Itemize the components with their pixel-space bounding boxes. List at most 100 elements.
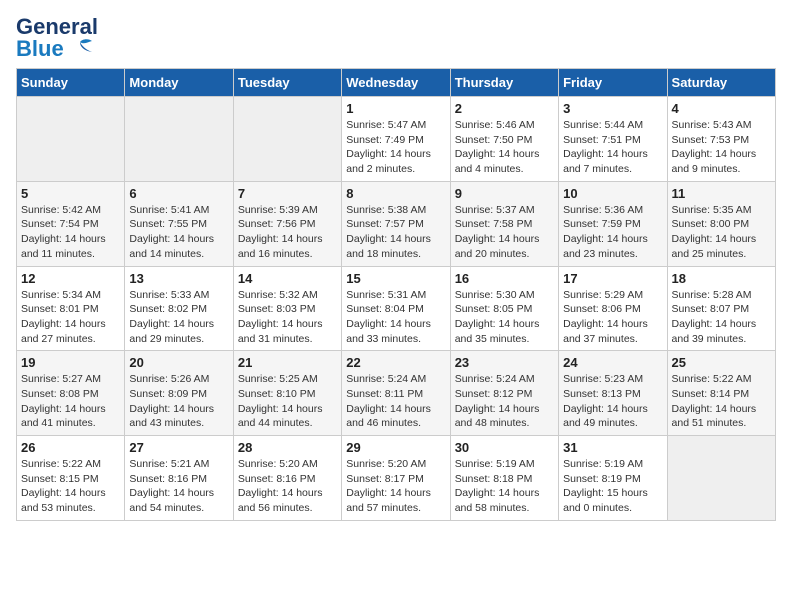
day-number: 21	[238, 355, 337, 370]
day-number: 5	[21, 186, 120, 201]
day-info: Sunrise: 5:35 AM Sunset: 8:00 PM Dayligh…	[672, 203, 771, 262]
day-info: Sunrise: 5:34 AM Sunset: 8:01 PM Dayligh…	[21, 288, 120, 347]
calendar-day-1: 1 Sunrise: 5:47 AM Sunset: 7:49 PM Daylig…	[342, 97, 450, 182]
weekday-header-sunday: Sunday	[17, 69, 125, 97]
day-info: Sunrise: 5:44 AM Sunset: 7:51 PM Dayligh…	[563, 118, 662, 177]
calendar-day-12: 12 Sunrise: 5:34 AM Sunset: 8:01 PM Dayli…	[17, 266, 125, 351]
calendar-day-27: 27 Sunrise: 5:21 AM Sunset: 8:16 PM Dayli…	[125, 436, 233, 521]
calendar-day-19: 19 Sunrise: 5:27 AM Sunset: 8:08 PM Dayli…	[17, 351, 125, 436]
calendar-table: SundayMondayTuesdayWednesdayThursdayFrid…	[16, 68, 776, 521]
calendar-day-21: 21 Sunrise: 5:25 AM Sunset: 8:10 PM Dayli…	[233, 351, 341, 436]
calendar-day-15: 15Sunrise: 5:31 AM Sunset: 8:04 PM Dayli…	[342, 266, 450, 351]
logo-blue: Blue	[16, 38, 64, 60]
calendar-day-20: 20 Sunrise: 5:26 AM Sunset: 8:09 PM Dayli…	[125, 351, 233, 436]
day-number: 16	[455, 271, 554, 286]
logo-general: General	[16, 16, 98, 38]
calendar-day-4: 4 Sunrise: 5:43 AM Sunset: 7:53 PM Daylig…	[667, 97, 775, 182]
day-info: Sunrise: 5:24 AM Sunset: 8:11 PM Dayligh…	[346, 372, 445, 431]
day-number: 18	[672, 271, 771, 286]
calendar-day-empty	[17, 97, 125, 182]
day-info: Sunrise: 5:19 AM Sunset: 8:19 PM Dayligh…	[563, 457, 662, 516]
day-number: 12	[21, 271, 120, 286]
day-info: Sunrise: 5:43 AM Sunset: 7:53 PM Dayligh…	[672, 118, 771, 177]
day-info: Sunrise: 5:37 AM Sunset: 7:58 PM Dayligh…	[455, 203, 554, 262]
day-info: Sunrise: 5:29 AM Sunset: 8:06 PM Dayligh…	[563, 288, 662, 347]
calendar-day-30: 30 Sunrise: 5:19 AM Sunset: 8:18 PM Dayli…	[450, 436, 558, 521]
day-number: 22	[346, 355, 445, 370]
logo-image: General Blue	[16, 16, 98, 60]
day-info: Sunrise: 5:28 AM Sunset: 8:07 PM Dayligh…	[672, 288, 771, 347]
calendar-day-26: 26Sunrise: 5:22 AM Sunset: 8:15 PM Dayli…	[17, 436, 125, 521]
weekday-header-saturday: Saturday	[667, 69, 775, 97]
day-info: Sunrise: 5:25 AM Sunset: 8:10 PM Dayligh…	[238, 372, 337, 431]
day-info: Sunrise: 5:30 AM Sunset: 8:05 PM Dayligh…	[455, 288, 554, 347]
calendar-day-7: 7 Sunrise: 5:39 AM Sunset: 7:56 PM Daylig…	[233, 181, 341, 266]
day-number: 3	[563, 101, 662, 116]
calendar-day-31: 31Sunrise: 5:19 AM Sunset: 8:19 PM Dayli…	[559, 436, 667, 521]
day-info: Sunrise: 5:21 AM Sunset: 8:16 PM Dayligh…	[129, 457, 228, 516]
day-number: 2	[455, 101, 554, 116]
calendar-day-29: 29Sunrise: 5:20 AM Sunset: 8:17 PM Dayli…	[342, 436, 450, 521]
day-info: Sunrise: 5:26 AM Sunset: 8:09 PM Dayligh…	[129, 372, 228, 431]
calendar-day-10: 10 Sunrise: 5:36 AM Sunset: 7:59 PM Dayli…	[559, 181, 667, 266]
day-number: 30	[455, 440, 554, 455]
day-number: 11	[672, 186, 771, 201]
day-number: 25	[672, 355, 771, 370]
day-info: Sunrise: 5:41 AM Sunset: 7:55 PM Dayligh…	[129, 203, 228, 262]
day-info: Sunrise: 5:39 AM Sunset: 7:56 PM Dayligh…	[238, 203, 337, 262]
day-number: 4	[672, 101, 771, 116]
day-number: 7	[238, 186, 337, 201]
day-number: 24	[563, 355, 662, 370]
day-info: Sunrise: 5:38 AM Sunset: 7:57 PM Dayligh…	[346, 203, 445, 262]
calendar-day-18: 18 Sunrise: 5:28 AM Sunset: 8:07 PM Dayli…	[667, 266, 775, 351]
day-info: Sunrise: 5:47 AM Sunset: 7:49 PM Dayligh…	[346, 118, 445, 177]
calendar-day-5: 5Sunrise: 5:42 AM Sunset: 7:54 PM Daylig…	[17, 181, 125, 266]
weekday-header-wednesday: Wednesday	[342, 69, 450, 97]
day-number: 28	[238, 440, 337, 455]
calendar-day-25: 25 Sunrise: 5:22 AM Sunset: 8:14 PM Dayli…	[667, 351, 775, 436]
day-number: 20	[129, 355, 228, 370]
logo-bird-icon	[66, 38, 94, 60]
day-number: 1	[346, 101, 445, 116]
calendar-week-row: 5Sunrise: 5:42 AM Sunset: 7:54 PM Daylig…	[17, 181, 776, 266]
day-info: Sunrise: 5:27 AM Sunset: 8:08 PM Dayligh…	[21, 372, 120, 431]
logo: General Blue	[16, 16, 98, 60]
page-header: General Blue	[16, 16, 776, 60]
day-number: 27	[129, 440, 228, 455]
calendar-week-row: 1 Sunrise: 5:47 AM Sunset: 7:49 PM Daylig…	[17, 97, 776, 182]
calendar-day-8: 8 Sunrise: 5:38 AM Sunset: 7:57 PM Daylig…	[342, 181, 450, 266]
day-number: 17	[563, 271, 662, 286]
day-number: 26	[21, 440, 120, 455]
day-number: 19	[21, 355, 120, 370]
day-number: 23	[455, 355, 554, 370]
day-number: 13	[129, 271, 228, 286]
calendar-day-empty	[233, 97, 341, 182]
calendar-day-28: 28Sunrise: 5:20 AM Sunset: 8:16 PM Dayli…	[233, 436, 341, 521]
weekday-header-friday: Friday	[559, 69, 667, 97]
calendar-day-3: 3 Sunrise: 5:44 AM Sunset: 7:51 PM Daylig…	[559, 97, 667, 182]
day-number: 10	[563, 186, 662, 201]
calendar-day-14: 14Sunrise: 5:32 AM Sunset: 8:03 PM Dayli…	[233, 266, 341, 351]
calendar-day-16: 16 Sunrise: 5:30 AM Sunset: 8:05 PM Dayli…	[450, 266, 558, 351]
weekday-header-thursday: Thursday	[450, 69, 558, 97]
weekday-header-tuesday: Tuesday	[233, 69, 341, 97]
calendar-week-row: 26Sunrise: 5:22 AM Sunset: 8:15 PM Dayli…	[17, 436, 776, 521]
day-info: Sunrise: 5:20 AM Sunset: 8:17 PM Dayligh…	[346, 457, 445, 516]
calendar-week-row: 12 Sunrise: 5:34 AM Sunset: 8:01 PM Dayli…	[17, 266, 776, 351]
calendar-day-17: 17 Sunrise: 5:29 AM Sunset: 8:06 PM Dayli…	[559, 266, 667, 351]
day-info: Sunrise: 5:22 AM Sunset: 8:14 PM Dayligh…	[672, 372, 771, 431]
day-number: 6	[129, 186, 228, 201]
day-number: 15	[346, 271, 445, 286]
day-info: Sunrise: 5:36 AM Sunset: 7:59 PM Dayligh…	[563, 203, 662, 262]
calendar-day-2: 2 Sunrise: 5:46 AM Sunset: 7:50 PM Daylig…	[450, 97, 558, 182]
calendar-week-row: 19 Sunrise: 5:27 AM Sunset: 8:08 PM Dayli…	[17, 351, 776, 436]
calendar-day-11: 11 Sunrise: 5:35 AM Sunset: 8:00 PM Dayli…	[667, 181, 775, 266]
day-info: Sunrise: 5:46 AM Sunset: 7:50 PM Dayligh…	[455, 118, 554, 177]
day-info: Sunrise: 5:19 AM Sunset: 8:18 PM Dayligh…	[455, 457, 554, 516]
day-number: 8	[346, 186, 445, 201]
calendar-day-22: 22 Sunrise: 5:24 AM Sunset: 8:11 PM Dayli…	[342, 351, 450, 436]
calendar-day-6: 6 Sunrise: 5:41 AM Sunset: 7:55 PM Daylig…	[125, 181, 233, 266]
calendar-day-23: 23Sunrise: 5:24 AM Sunset: 8:12 PM Dayli…	[450, 351, 558, 436]
calendar-day-empty	[667, 436, 775, 521]
calendar-day-empty	[125, 97, 233, 182]
